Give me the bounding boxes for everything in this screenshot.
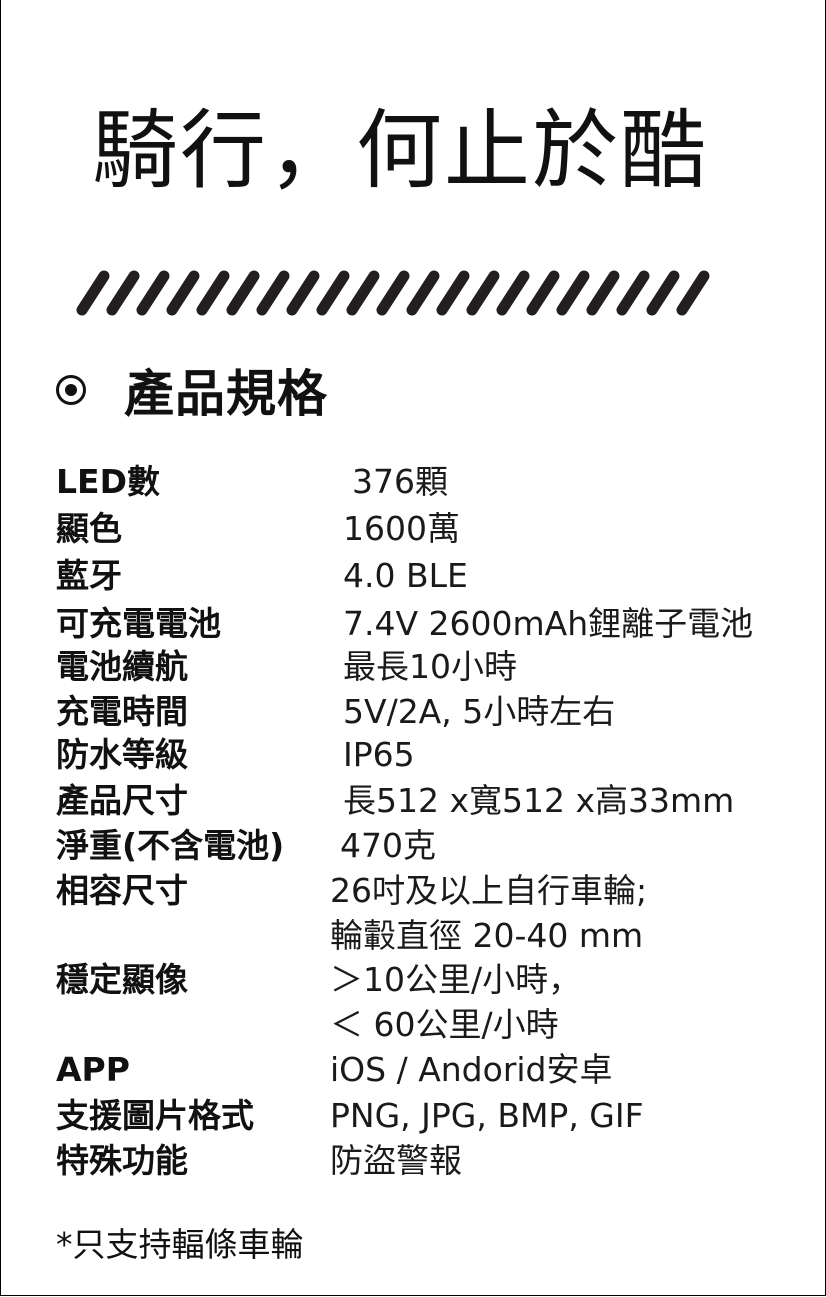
- spec-label: 淨重(不含電池): [56, 826, 285, 865]
- spec-label: LED數: [56, 462, 160, 501]
- spec-value: PNG, JPG, BMP, GIF: [330, 1096, 644, 1135]
- spec-label: 產品尺寸: [56, 781, 188, 820]
- spec-label: 顯色: [56, 509, 122, 548]
- spec-value: 470克: [340, 826, 436, 865]
- spec-label: 支援圖片格式: [56, 1096, 254, 1135]
- spec-label: 特殊功能: [56, 1141, 188, 1180]
- spec-value: 1600萬: [343, 509, 460, 548]
- spec-value: 5V/2A, 5小時左右: [343, 692, 616, 731]
- spec-label: 藍牙: [56, 556, 122, 595]
- spec-label: 充電時間: [56, 692, 188, 731]
- spec-value: 376顆: [352, 462, 448, 501]
- spec-value: 26吋及以上自行車輪;: [330, 871, 648, 910]
- spec-label: APP: [56, 1050, 130, 1089]
- spec-label: 穩定顯像: [56, 960, 188, 999]
- spec-value: 輪轂直徑 20-40 mm: [330, 916, 644, 955]
- footnote: *只支持輻條車輪: [56, 1225, 304, 1264]
- spec-value: IP65: [343, 735, 415, 774]
- spec-label: 可充電電池: [56, 604, 221, 643]
- spec-value: ＞10公里/小時，: [330, 960, 582, 999]
- spec-value: iOS / Andorid安卓: [330, 1050, 613, 1089]
- spec-value: ＜ 60公里/小時: [330, 1005, 559, 1044]
- spec-value: 7.4V 2600mAh鋰離子電池: [343, 604, 754, 643]
- spec-value: 防盜警報: [330, 1141, 462, 1180]
- spec-label: 防水等級: [56, 735, 188, 774]
- spec-value: 最長10小時: [343, 647, 517, 686]
- spec-label: 相容尺寸: [56, 871, 188, 910]
- spec-value: 長512 x寬512 x高33mm: [343, 781, 735, 820]
- spec-table: LED數 376顆顯色 1600萬藍牙 4.0 BLE 可充電電池 7.4V 2600mA…: [0, 0, 826, 1297]
- spec-label: 電池續航: [56, 647, 188, 686]
- spec-value: 4.0 BLE: [343, 556, 468, 595]
